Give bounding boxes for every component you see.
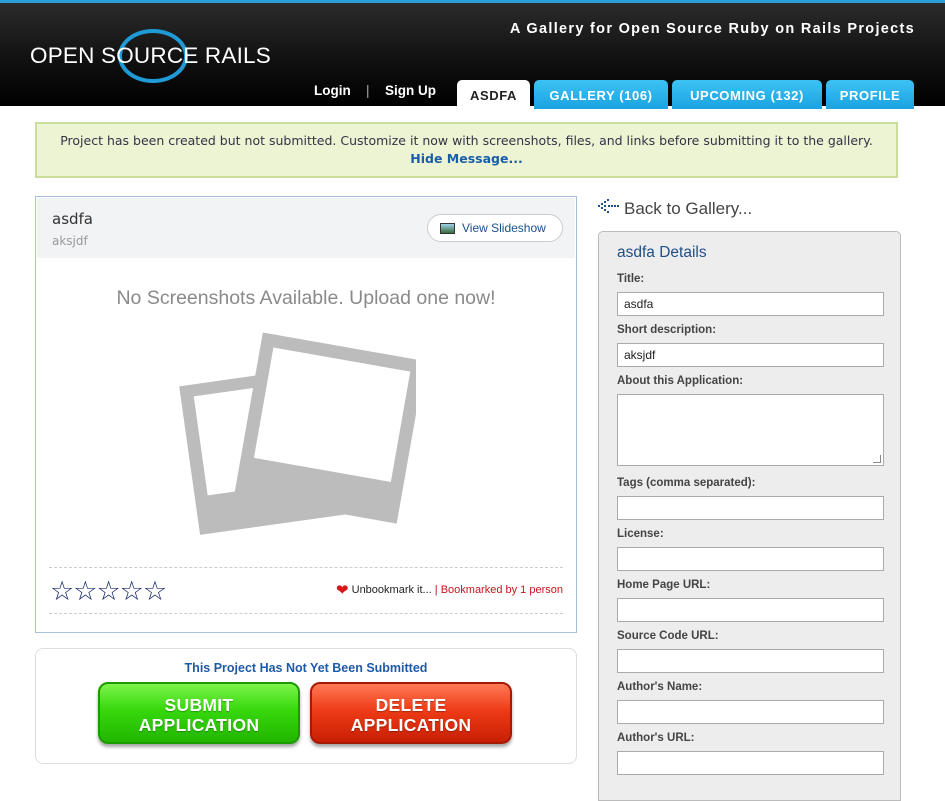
login-link[interactable]: Login <box>314 83 351 98</box>
project-subtitle: aksjdf <box>52 234 88 248</box>
source-code-url-input[interactable] <box>617 649 884 673</box>
tags-input[interactable] <box>617 496 884 520</box>
heart-icon: ❤ <box>335 582 349 599</box>
hide-message-link[interactable]: Hide Message... <box>410 151 522 166</box>
site-header: OPEN SOURCE RAILS A Gallery for Open Sou… <box>0 3 945 109</box>
view-slideshow-button[interactable]: View Slideshow <box>427 214 563 242</box>
home-page-url-label: Home Page URL: <box>617 579 711 591</box>
home-page-url-input[interactable] <box>617 598 884 622</box>
short-description-input[interactable]: aksjdf <box>617 343 884 367</box>
title-input[interactable]: asdfa <box>617 292 884 316</box>
author-name-label: Author's Name: <box>617 681 703 693</box>
license-input[interactable] <box>617 547 884 571</box>
tab-upcoming[interactable]: UPCOMING (132) <box>672 80 822 109</box>
tab-project[interactable]: ASDFA <box>457 80 530 109</box>
tags-label: Tags (comma separated): <box>617 477 756 489</box>
submission-status: This Project Has Not Yet Been Submitted <box>184 661 428 675</box>
site-logo[interactable]: OPEN SOURCE RAILS <box>30 29 280 89</box>
delete-label-line1: DELETE <box>375 695 447 715</box>
delete-label-line2: APPLICATION <box>350 715 472 735</box>
details-title: asdfa Details <box>617 244 707 261</box>
back-label: Back to Gallery... <box>624 199 753 218</box>
star-icon[interactable]: ☆ <box>120 576 144 607</box>
tab-gallery[interactable]: GALLERY (106) <box>534 80 668 109</box>
submit-label-line1: SUBMIT <box>164 695 234 715</box>
star-icon[interactable]: ☆ <box>50 576 74 607</box>
star-icon[interactable]: ☆ <box>73 576 97 607</box>
no-screenshots-message[interactable]: No Screenshots Available. Upload one now… <box>36 287 576 310</box>
project-panel: asdfa aksjdf View Slideshow No Screensho… <box>35 196 577 633</box>
submit-label-line2: APPLICATION <box>138 715 260 735</box>
star-icon[interactable]: ☆ <box>143 576 167 607</box>
back-arrow-icon <box>598 198 619 217</box>
back-to-gallery-link[interactable]: Back to Gallery... <box>598 198 752 219</box>
resize-grip-icon[interactable] <box>873 455 881 463</box>
project-title: asdfa <box>52 210 94 228</box>
license-label: License: <box>617 528 664 540</box>
star-rating[interactable]: ☆☆☆☆☆ <box>50 578 167 605</box>
notice-banner: Project has been created but not submitt… <box>35 122 898 178</box>
bookmark-area: ❤ Unbookmark it... | Bookmarked by 1 per… <box>336 581 563 599</box>
unbookmark-link[interactable]: Unbookmark it... <box>352 584 432 596</box>
slideshow-label: View Slideshow <box>462 221 546 235</box>
notice-text: Project has been created but not submitt… <box>60 133 873 148</box>
about-textarea[interactable] <box>617 394 884 466</box>
title-label: Title: <box>617 273 645 285</box>
delete-application-button[interactable]: DELETE APPLICATION <box>310 682 512 744</box>
author-name-input[interactable] <box>617 700 884 724</box>
short-description-label: Short description: <box>617 324 717 336</box>
star-icon[interactable]: ☆ <box>96 576 120 607</box>
project-header: asdfa aksjdf View Slideshow <box>37 198 575 258</box>
source-code-url-label: Source Code URL: <box>617 630 719 642</box>
photo-placeholder-icon <box>176 325 426 545</box>
author-url-input[interactable] <box>617 751 884 775</box>
bookmarked-by-link[interactable]: Bookmarked by 1 person <box>441 584 563 596</box>
details-panel: asdfa Details Title: asdfa Short descrip… <box>598 231 901 801</box>
auth-separator: | <box>366 83 370 98</box>
signup-link[interactable]: Sign Up <box>385 83 436 98</box>
submit-application-button[interactable]: SUBMIT APPLICATION <box>98 682 300 744</box>
rating-divider-top <box>49 567 563 568</box>
bookmark-separator: | <box>434 584 438 596</box>
tab-profile[interactable]: PROFILE <box>826 80 914 109</box>
about-label: About this Application: <box>617 375 744 387</box>
submission-panel: This Project Has Not Yet Been Submitted … <box>35 648 577 764</box>
site-tagline: A Gallery for Open Source Ruby on Rails … <box>509 21 915 37</box>
rating-divider-bottom <box>49 613 563 614</box>
author-url-label: Author's URL: <box>617 732 695 744</box>
slideshow-icon <box>440 223 455 234</box>
logo-text: OPEN SOURCE RAILS <box>30 43 271 68</box>
